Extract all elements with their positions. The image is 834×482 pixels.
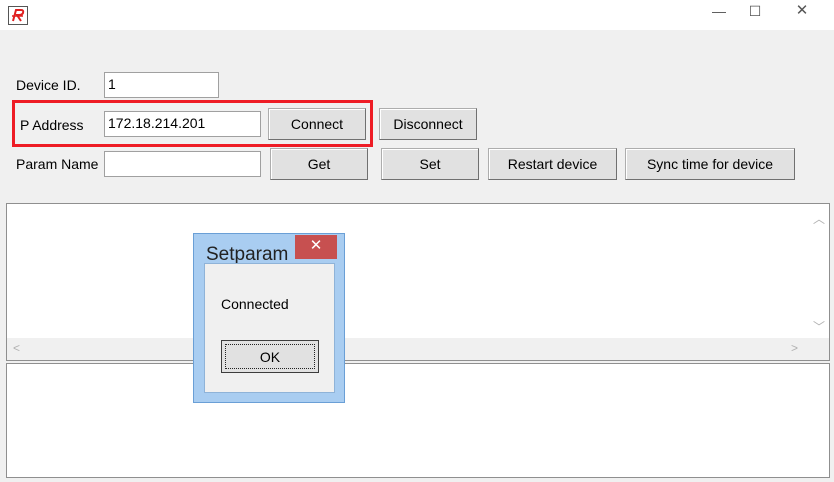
device-id-label: Device ID.	[16, 77, 81, 93]
dialog-message: Connected	[221, 296, 289, 312]
scroll-left-icon[interactable]: <	[13, 341, 20, 355]
param-name-input[interactable]	[104, 151, 261, 177]
scroll-up-icon[interactable]: ︿	[813, 210, 825, 227]
param-name-label: Param Name	[16, 156, 99, 172]
get-button[interactable]: Get	[270, 148, 368, 180]
device-id-input[interactable]: 1	[104, 72, 219, 98]
restart-device-button[interactable]: Restart device	[488, 148, 617, 180]
ip-address-label: P Address	[20, 117, 84, 133]
scroll-right-icon[interactable]: >	[791, 341, 798, 355]
output-panel-top[interactable]: ︿ ﹀ < >	[6, 203, 830, 361]
title-bar: — ☐ ✕	[0, 0, 834, 30]
scroll-down-icon[interactable]: ﹀	[813, 318, 825, 335]
ok-button[interactable]: OK	[221, 340, 319, 373]
horizontal-scrollbar[interactable]: < >	[7, 338, 829, 360]
connect-button[interactable]: Connect	[268, 108, 366, 140]
setparam-dialog: Setparam ✕ Connected OK	[193, 233, 345, 403]
ok-button-label: OK	[225, 344, 315, 369]
output-panel-bottom[interactable]	[6, 363, 830, 478]
close-button[interactable]: ✕	[778, 0, 826, 22]
dialog-body: Connected OK	[204, 263, 335, 393]
set-button[interactable]: Set	[381, 148, 479, 180]
app-logo-icon[interactable]	[8, 6, 28, 25]
disconnect-button[interactable]: Disconnect	[379, 108, 477, 140]
sync-time-button[interactable]: Sync time for device	[625, 148, 795, 180]
minimize-button[interactable]: —	[705, 0, 733, 22]
dialog-close-button[interactable]: ✕	[295, 235, 337, 259]
maximize-button[interactable]: ☐	[741, 0, 769, 22]
ip-address-input[interactable]: 172.18.214.201	[104, 111, 261, 137]
